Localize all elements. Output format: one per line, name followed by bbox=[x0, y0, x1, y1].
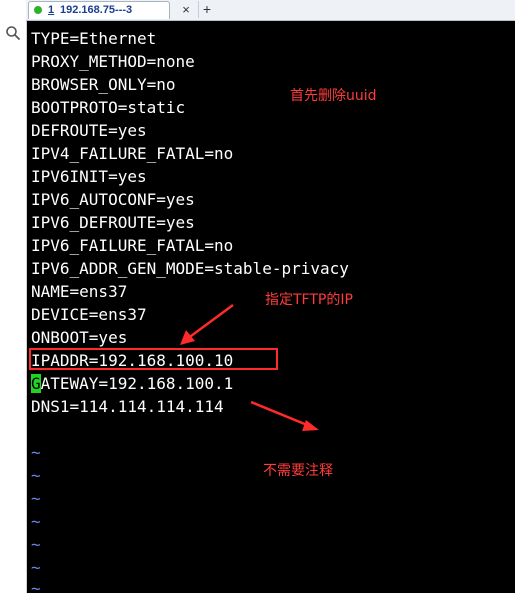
new-tab-button[interactable]: + bbox=[198, 1, 215, 18]
close-tab-icon[interactable]: × bbox=[178, 1, 194, 18]
annotation-no-comment: 不需要注释 bbox=[263, 463, 333, 479]
tab-number: 1 bbox=[48, 4, 55, 16]
side-panel bbox=[0, 0, 27, 593]
arrow-to-dns1 bbox=[250, 400, 319, 431]
tab-bar: 1 192.168.75---3 × + bbox=[26, 0, 515, 21]
terminal-screen[interactable]: TYPE=Ethernet PROXY_METHOD=none BROWSER_… bbox=[27, 21, 515, 593]
annotation-delete-uuid: 首先删除uuid bbox=[290, 88, 377, 104]
annotation-tftp-ip: 指定TFTP的IP bbox=[265, 292, 353, 308]
arrow-to-ipaddr bbox=[180, 303, 234, 345]
tab-title: 192.168.75---3 bbox=[60, 4, 133, 16]
tab-session[interactable]: 1 192.168.75---3 bbox=[28, 1, 170, 19]
ssh-terminal-window: 1 192.168.75---3 × + TYPE=Ethernet PROXY… bbox=[0, 0, 515, 593]
connected-status-icon bbox=[34, 6, 42, 14]
search-icon[interactable] bbox=[5, 25, 21, 41]
